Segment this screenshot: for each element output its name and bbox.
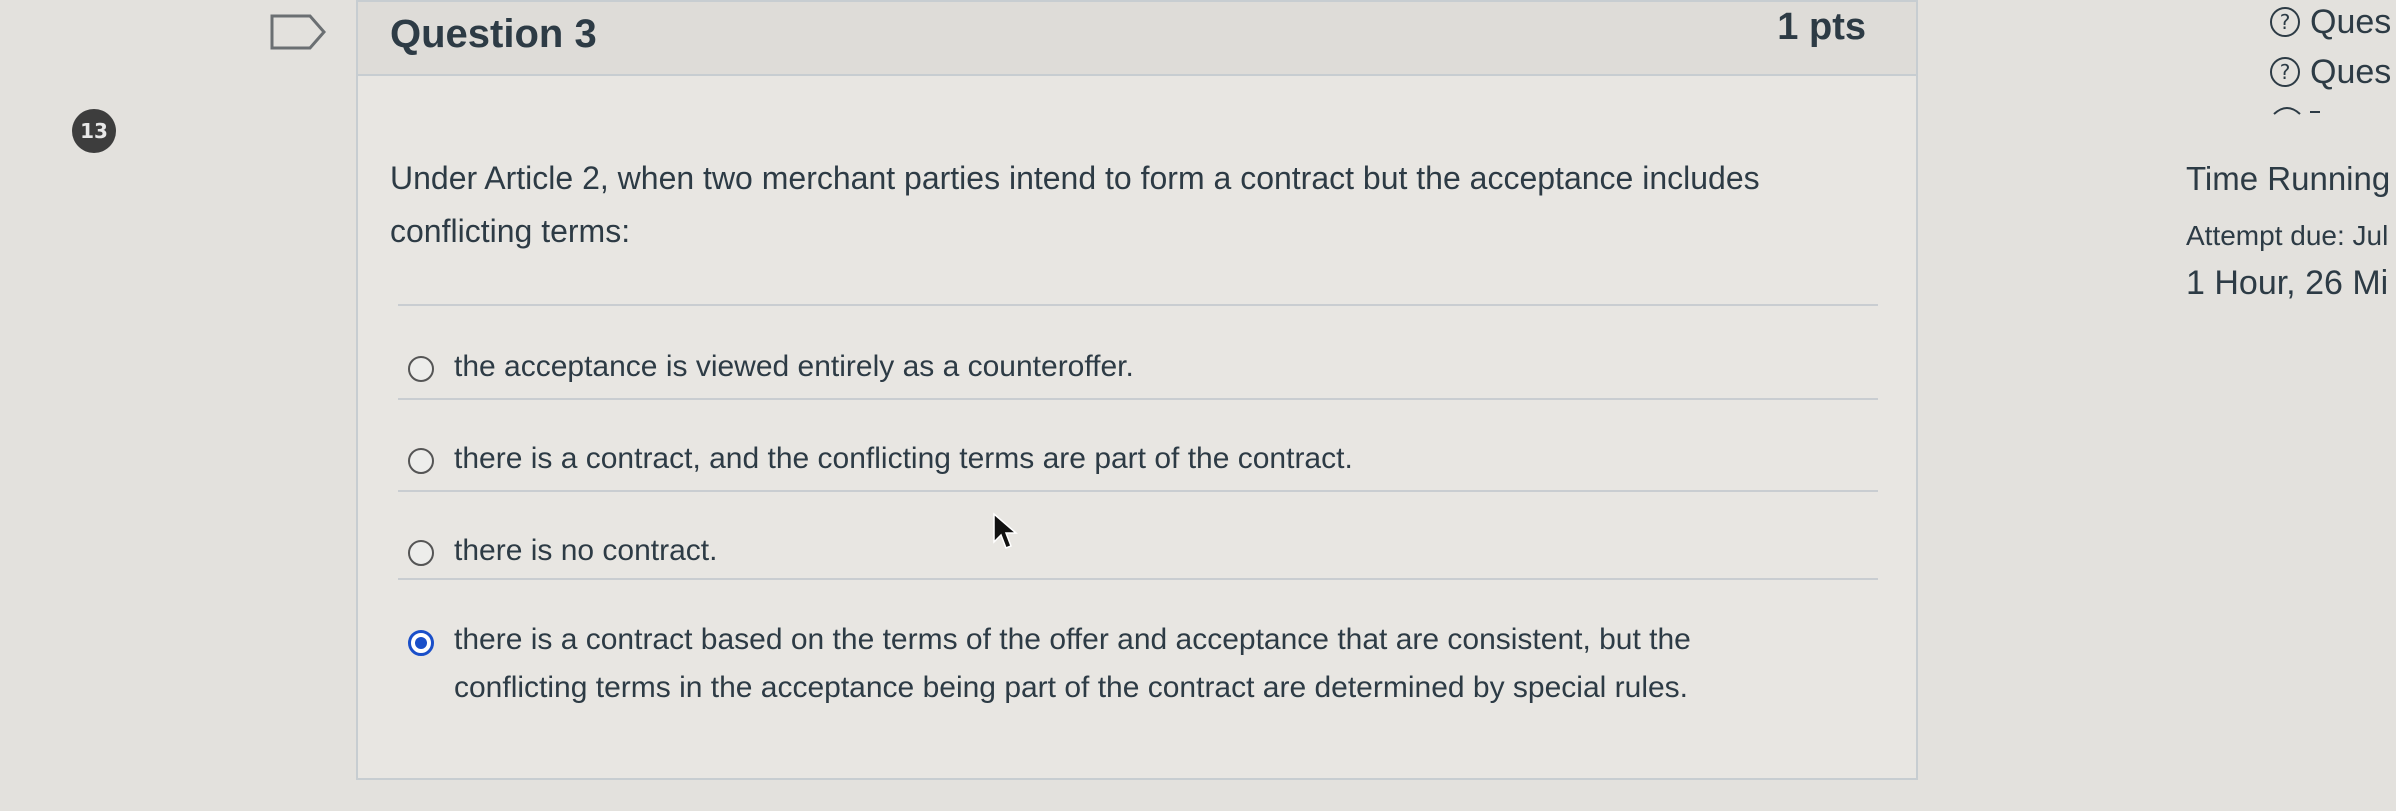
divider (398, 398, 1878, 400)
question-text: Under Article 2, when two merchant parti… (390, 160, 1760, 249)
answer-radio-4-selected[interactable] (408, 630, 434, 656)
answer-radio-3[interactable] (408, 540, 434, 566)
answer-radio-2[interactable] (408, 448, 434, 474)
answer-label-1[interactable]: the acceptance is viewed entirely as a c… (454, 343, 1754, 391)
help-icon: ? (2270, 7, 2300, 37)
sidebar-question-link-2[interactable]: ? Ques (2270, 52, 2391, 92)
attempt-due: Attempt due: Jul (2186, 220, 2389, 251)
question-card: Question 3 1 pts Under Article 2, when t… (356, 0, 1918, 780)
help-icon-partial (2273, 107, 2320, 115)
answer-label-4[interactable]: there is a contract based on the terms o… (454, 616, 1754, 712)
help-icon: ? (2270, 57, 2300, 87)
question-header: Question 3 1 pts (358, 2, 1916, 76)
mouse-cursor-icon (993, 512, 1018, 549)
sidebar-question-link-1[interactable]: ? Ques (2270, 2, 2391, 42)
answer-label-3[interactable]: there is no contract. (454, 527, 1754, 575)
answer-label-2[interactable]: there is a contract, and the conflicting… (454, 435, 1754, 483)
answer-radio-1[interactable] (408, 356, 434, 382)
sidebar-link-label[interactable]: Ques (2310, 53, 2391, 92)
divider (398, 578, 1878, 580)
divider (398, 490, 1878, 492)
sidebar-link-label[interactable]: Ques (2310, 3, 2391, 42)
time-remaining: 1 Hour, 26 Mi (2186, 264, 2389, 302)
question-points: 1 pts (1777, 6, 1866, 48)
divider (398, 304, 1878, 306)
timer-title: Time Running (2186, 160, 2391, 197)
question-number-badge: 13 (72, 109, 116, 153)
bookmark-flag-icon[interactable] (270, 14, 326, 50)
question-title: Question 3 (390, 12, 597, 56)
